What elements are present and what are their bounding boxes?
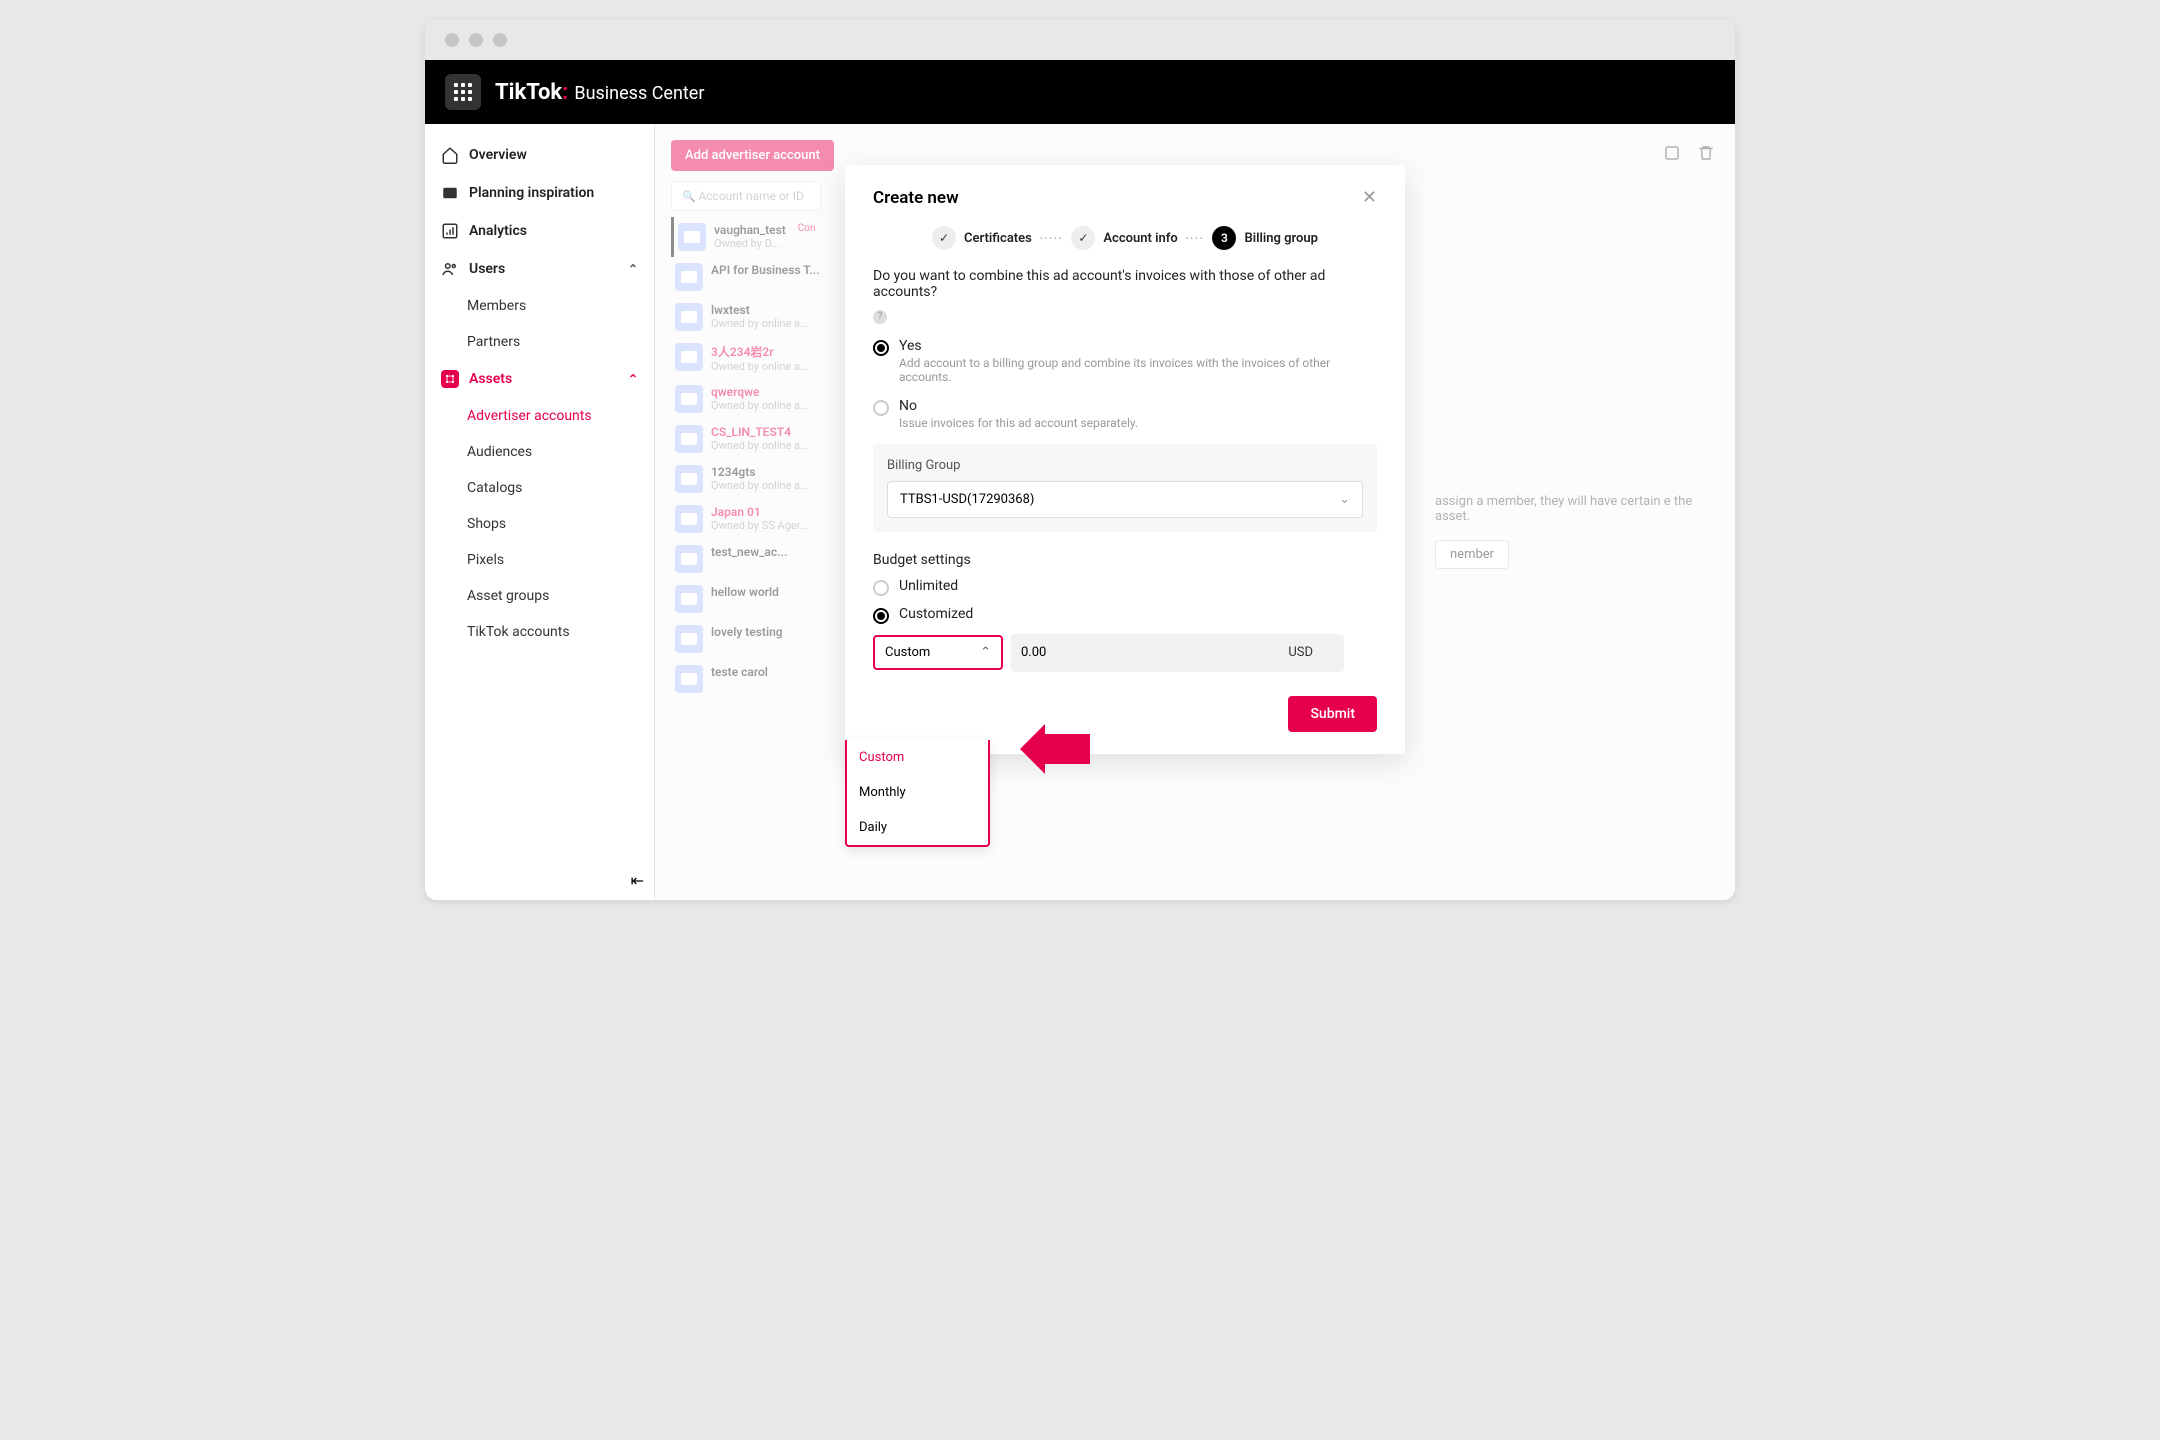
sidebar-sub-shops[interactable]: Shops — [425, 506, 654, 542]
sidebar-item-overview[interactable]: Overview — [425, 136, 654, 174]
sidebar-label: Planning inspiration — [469, 185, 594, 201]
sidebar-label: Analytics — [469, 223, 527, 239]
brand-subtitle: Business Center — [574, 83, 704, 104]
analytics-icon — [441, 222, 459, 240]
radio-yes-label: Yes — [899, 338, 1377, 354]
submit-button[interactable]: Submit — [1288, 696, 1377, 732]
step-2-circle: ✓ — [1071, 226, 1095, 250]
radio-customized-input[interactable] — [873, 608, 889, 624]
brand-logo: TikTok:Business Center — [495, 80, 704, 105]
budget-period-dropdown: CustomMonthlyDaily — [845, 740, 990, 847]
radio-customized[interactable]: Customized — [873, 606, 1377, 624]
sidebar-sub-tiktok-accounts[interactable]: TikTok accounts — [425, 614, 654, 650]
sidebar-sub-asset-groups[interactable]: Asset groups — [425, 578, 654, 614]
sidebar-sub-members[interactable]: Members — [425, 288, 654, 324]
create-new-modal: Create new ✕ ✓ Certificates ••••• ✓ Acco… — [845, 165, 1405, 754]
window-dot — [445, 33, 459, 47]
users-icon — [441, 260, 459, 278]
sidebar-item-planning[interactable]: Planning inspiration — [425, 174, 654, 212]
sidebar-item-analytics[interactable]: Analytics — [425, 212, 654, 250]
step-2-label: Account info — [1103, 231, 1177, 246]
planning-icon — [441, 184, 459, 202]
radio-no-input[interactable] — [873, 400, 889, 416]
browser-frame: TikTok:Business Center Overview Planning… — [425, 20, 1735, 900]
sidebar-sub-advertiser-accounts[interactable]: Advertiser accounts — [425, 398, 654, 434]
sidebar-label: Users — [469, 261, 505, 277]
budget-settings-title: Budget settings — [873, 552, 1377, 568]
radio-unlimited[interactable]: Unlimited — [873, 578, 1377, 596]
sidebar-item-users[interactable]: Users ⌃ — [425, 250, 654, 288]
browser-chrome — [425, 20, 1735, 60]
app: TikTok:Business Center Overview Planning… — [425, 60, 1735, 900]
radio-yes[interactable]: Yes Add account to a billing group and c… — [873, 338, 1377, 384]
sidebar: Overview Planning inspiration Analytics — [425, 124, 655, 900]
chevron-up-icon: ⌃ — [628, 372, 638, 386]
stepper: ✓ Certificates ••••• ✓ Account info ••••… — [873, 226, 1377, 250]
dropdown-option[interactable]: Custom — [847, 740, 988, 775]
chevron-down-icon: ⌄ — [1339, 492, 1350, 507]
radio-no-desc: Issue invoices for this ad account separ… — [899, 416, 1377, 430]
step-3-label: Billing group — [1244, 231, 1317, 246]
topbar: TikTok:Business Center — [425, 60, 1735, 124]
billing-group-box: Billing Group TTBS1-USD(17290368) ⌄ — [873, 444, 1377, 532]
sidebar-label: Assets — [469, 371, 512, 387]
home-icon — [441, 146, 459, 164]
step-dots: ••••• — [1040, 234, 1064, 243]
sidebar-sub-pixels[interactable]: Pixels — [425, 542, 654, 578]
apps-grid-icon[interactable] — [445, 74, 481, 110]
chevron-up-icon: ⌃ — [628, 262, 638, 276]
radio-unlimited-label: Unlimited — [899, 578, 958, 594]
radio-no-label: No — [899, 398, 1377, 414]
window-dot — [469, 33, 483, 47]
chevron-up-icon: ⌃ — [980, 645, 991, 660]
help-icon[interactable]: ? — [873, 310, 887, 324]
brand-text: TikTok — [495, 80, 562, 105]
sidebar-sub-catalogs[interactable]: Catalogs — [425, 470, 654, 506]
modal-title: Create new — [873, 188, 959, 208]
close-icon[interactable]: ✕ — [1362, 187, 1377, 208]
window-dot — [493, 33, 507, 47]
radio-customized-label: Customized — [899, 606, 973, 622]
sidebar-item-assets[interactable]: Assets ⌃ — [425, 360, 654, 398]
currency-label: USD — [1288, 645, 1313, 660]
sidebar-label: Overview — [469, 147, 527, 163]
dropdown-option[interactable]: Monthly — [847, 775, 988, 810]
billing-group-select[interactable]: TTBS1-USD(17290368) ⌄ — [887, 481, 1363, 518]
step-1-circle: ✓ — [932, 226, 956, 250]
budget-period-value: Custom — [885, 645, 930, 660]
step-1-label: Certificates — [964, 231, 1032, 246]
step-dots: •••• — [1186, 234, 1205, 243]
collapse-sidebar-icon[interactable]: ⇤ — [631, 871, 644, 890]
billing-group-label: Billing Group — [887, 458, 1363, 473]
radio-no[interactable]: No Issue invoices for this ad account se… — [873, 398, 1377, 430]
annotation-arrow — [1020, 724, 1090, 778]
assets-icon — [441, 370, 459, 388]
sidebar-sub-partners[interactable]: Partners — [425, 324, 654, 360]
radio-yes-input[interactable] — [873, 340, 889, 356]
radio-unlimited-input[interactable] — [873, 580, 889, 596]
dropdown-option[interactable]: Daily — [847, 810, 988, 845]
billing-group-value: TTBS1-USD(17290368) — [900, 492, 1034, 507]
sidebar-sub-audiences[interactable]: Audiences — [425, 434, 654, 470]
step-3-circle: 3 — [1212, 226, 1236, 250]
radio-yes-desc: Add account to a billing group and combi… — [899, 356, 1377, 384]
combine-invoices-question: Do you want to combine this ad account's… — [873, 268, 1377, 300]
budget-period-select[interactable]: Custom ⌃ — [873, 635, 1003, 670]
